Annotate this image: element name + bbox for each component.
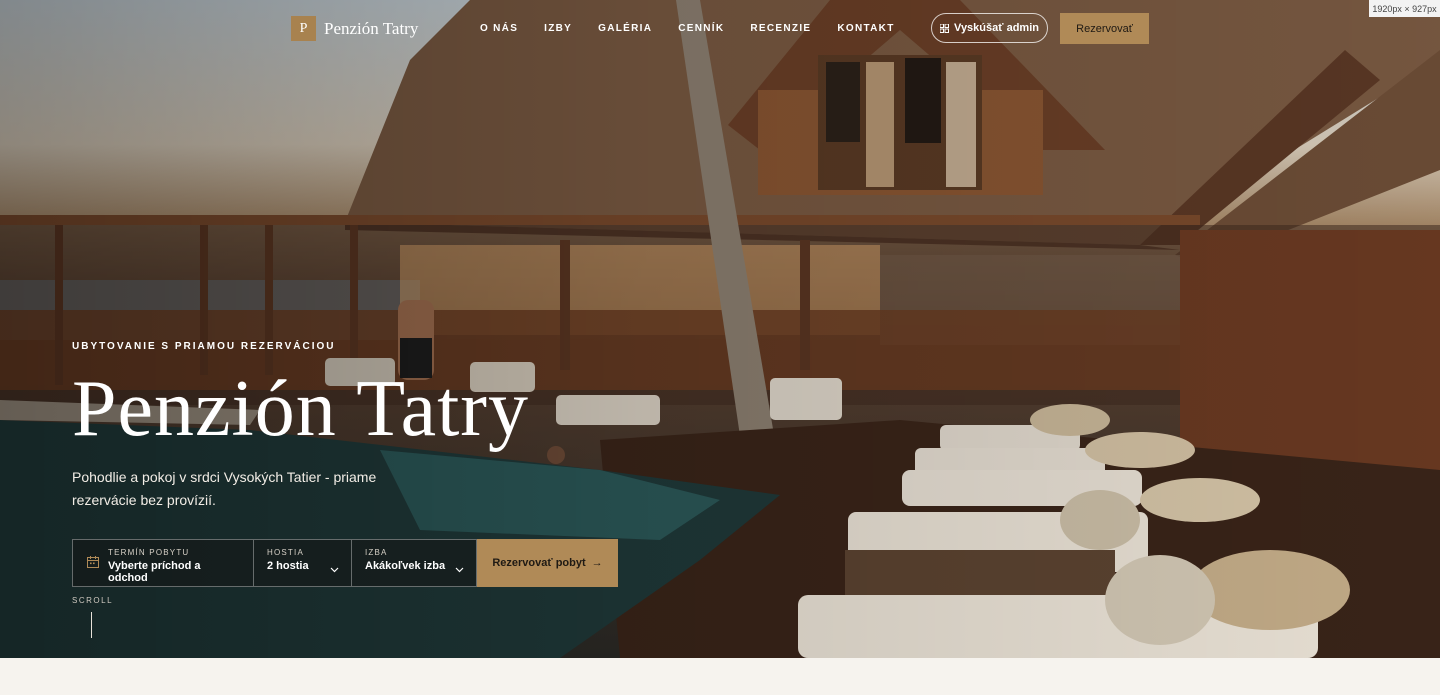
nav-item-recenzie[interactable]: RECENZIE: [750, 23, 811, 34]
date-range-field[interactable]: TERMÍN POBYTU Vyberte príchod a odchod: [72, 539, 254, 587]
room-label: IZBA: [365, 548, 388, 557]
hero-section: P Penzión Tatry O NÁS IZBY GALÉRIA CENNÍ…: [0, 0, 1440, 658]
arrow-right-icon: →: [591, 557, 603, 569]
room-value: Akákoľvek izba: [365, 560, 446, 572]
next-section-edge: [0, 658, 1440, 695]
grid-icon: [940, 23, 950, 33]
book-stay-button[interactable]: Rezervovať pobyt →: [477, 539, 618, 587]
try-admin-button[interactable]: Vyskúšať admin: [931, 13, 1048, 43]
scroll-indicator-line[interactable]: [91, 612, 92, 638]
hero-subtitle: Pohodlie a pokoj v srdci Vysokých Tatier…: [72, 469, 377, 508]
date-range-value: Vyberte príchod a odchod: [108, 560, 201, 584]
nav-item-izby[interactable]: IZBY: [544, 23, 572, 34]
nav-item-cennik[interactable]: CENNÍK: [678, 23, 724, 34]
booking-bar: TERMÍN POBYTU Vyberte príchod a odchod H…: [72, 539, 618, 587]
logo-text: Penzión Tatry: [324, 18, 419, 38]
hero-title: Penzión Tatry: [72, 365, 529, 453]
guests-label: HOSTIA: [267, 548, 304, 557]
logo-mark: P: [291, 16, 316, 41]
main-nav: O NÁS IZBY GALÉRIA CENNÍK RECENZIE KONTA…: [480, 23, 921, 34]
viewport-size-badge: 1920px × 927px: [1369, 0, 1440, 17]
nav-item-o-nas[interactable]: O NÁS: [480, 23, 518, 34]
room-select[interactable]: IZBA Akákoľvek izba: [352, 539, 477, 587]
try-admin-label: Vyskúšať admin: [954, 22, 1039, 34]
book-stay-label: Rezervovať pobyt: [492, 557, 586, 569]
nav-item-galeria[interactable]: GALÉRIA: [598, 23, 652, 34]
chevron-down-icon: [330, 567, 339, 573]
date-range-label: TERMÍN POBYTU: [108, 548, 190, 557]
hero-eyebrow: UBYTOVANIE S PRIAMOU REZERVÁCIOU: [72, 341, 336, 352]
calendar-icon: [87, 556, 99, 568]
guests-select[interactable]: HOSTIA 2 hostia: [254, 539, 352, 587]
guests-value: 2 hostia: [267, 560, 309, 572]
chevron-down-icon: [455, 567, 464, 573]
brand-logo[interactable]: P Penzión Tatry: [291, 16, 418, 41]
nav-item-kontakt[interactable]: KONTAKT: [837, 23, 894, 34]
scroll-indicator-label: SCROLL: [72, 596, 114, 605]
reserve-button[interactable]: Rezervovať: [1060, 13, 1149, 44]
